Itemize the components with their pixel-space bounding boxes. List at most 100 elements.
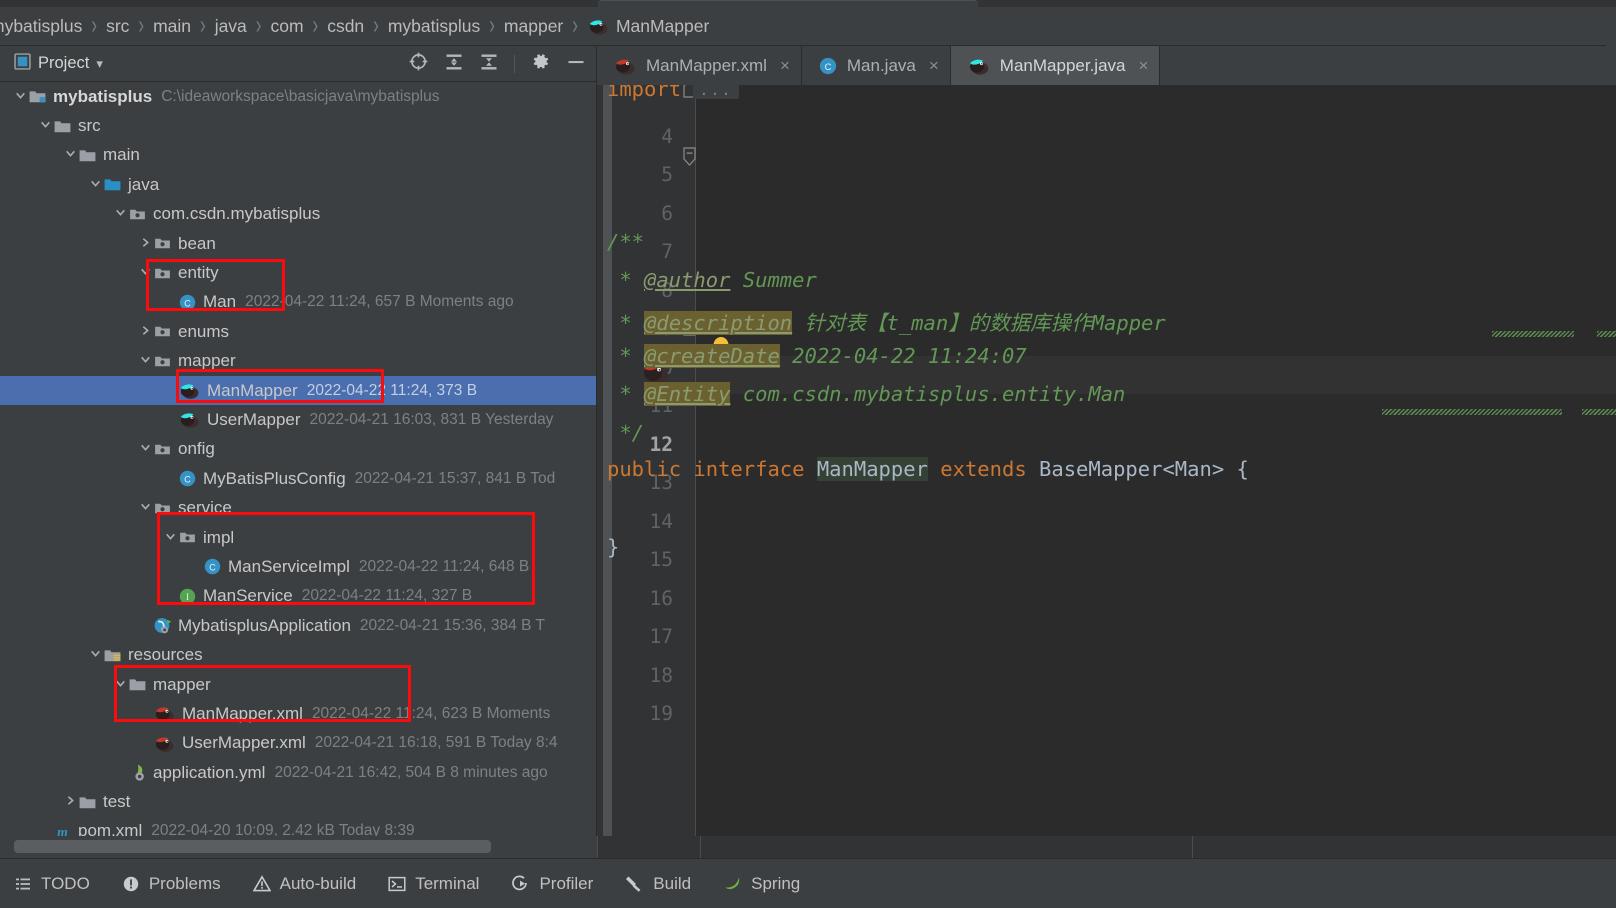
chevron-down-icon[interactable]: ▾ <box>96 56 103 72</box>
chevron-down-icon[interactable] <box>137 265 153 281</box>
editor-tab-bar[interactable]: ManMapper.xml × C Man.java × ManMapper.java × <box>597 46 1616 85</box>
status-bar[interactable]: TODO Problems Auto-build Terminal Profiler Bu… <box>0 858 1616 908</box>
chevron-down-icon[interactable] <box>112 206 128 222</box>
hide-icon[interactable] <box>566 52 586 77</box>
tree-row-application-yml[interactable]: application.yml 2022-04-21 16:42, 504 B 8… <box>0 758 596 787</box>
tree-row-mybatisplus[interactable]: mybatisplus C:\ideaworkspace\basicjava\my… <box>0 82 596 111</box>
select-opened-file-icon[interactable] <box>408 51 429 77</box>
tree-row-resources[interactable]: resources <box>0 640 596 669</box>
breadcrumb-item-manmapper[interactable]: ManMapper <box>587 16 709 37</box>
collapse-all-icon[interactable] <box>479 52 499 77</box>
tree-row-onfig[interactable]: onfig <box>0 435 596 464</box>
status-bar-label: Terminal <box>415 873 480 893</box>
chevron-down-icon[interactable] <box>62 147 78 163</box>
chevron-down-icon[interactable] <box>137 441 153 457</box>
breadcrumb-item-mybatisplus[interactable]: mybatisplus <box>0 16 82 37</box>
chevron-down-icon[interactable] <box>112 677 128 693</box>
breadcrumb-item-mapper[interactable]: mapper <box>504 16 563 37</box>
status-bar-profiler[interactable]: Profiler <box>495 859 609 908</box>
idea-window: mybatisplus › src › main › java › com › csdn › mybat… <box>0 0 1616 908</box>
chevron-right-icon[interactable] <box>137 324 153 340</box>
breadcrumb-label: mapper <box>503 15 564 36</box>
settings-gear-icon[interactable] <box>530 51 551 77</box>
tree-row-bean[interactable]: bean <box>0 229 596 258</box>
status-bar-label: Problems <box>148 873 221 893</box>
editor-tab-label: ManMapper.java <box>999 55 1126 75</box>
tree-row-mybatisplusconfig[interactable]: C MyBatisPlusConfig 2022-04-21 15:37, 841 … <box>0 464 596 493</box>
class-icon: C <box>178 469 197 488</box>
tree-node-meta: 2022-04-22 11:24, 648 B <box>358 557 530 575</box>
chevron-down-icon[interactable] <box>137 353 153 369</box>
mybatis-mapper-icon <box>967 56 991 76</box>
code-editor[interactable]: 45678910111213141516171819 <box>597 85 1616 858</box>
status-bar-spring[interactable]: Spring <box>707 859 816 908</box>
tree-row-man[interactable]: C Man 2022-04-22 11:24, 657 B Moments ago <box>0 288 596 317</box>
status-bar-todo[interactable]: TODO <box>0 859 106 908</box>
tree-row-com-csdn-mybatisplus[interactable]: com.csdn.mybatisplus <box>0 200 596 229</box>
tree-node-meta: 2022-04-21 16:42, 504 B 8 minutes ago <box>274 763 548 781</box>
tree-row-mybatisplusapplication[interactable]: MybatisplusApplication 2022-04-21 15:36, … <box>0 611 596 640</box>
close-icon[interactable]: × <box>1138 56 1148 76</box>
chevron-down-icon[interactable] <box>87 177 103 193</box>
package-icon <box>128 205 147 224</box>
breadcrumb-item-src[interactable]: src <box>106 16 129 37</box>
breadcrumb[interactable]: mybatisplus › src › main › java › com › csdn › mybat… <box>0 7 1606 46</box>
chevron-right-icon[interactable] <box>62 794 78 810</box>
tree-row-java[interactable]: java <box>0 170 596 199</box>
project-panel-title-group[interactable]: Project ▾ <box>0 52 103 75</box>
tree-row-usermapper[interactable]: UserMapper 2022-04-21 16:03, 831 B Yester… <box>0 405 596 434</box>
breadcrumb-item-main[interactable]: main <box>153 16 191 37</box>
tree-row-mapper[interactable]: mapper <box>0 670 596 699</box>
tree-row-manservice[interactable]: I ManService 2022-04-22 11:24, 327 B <box>0 582 596 611</box>
mybatis-xml-icon <box>153 734 176 753</box>
tree-node-label: resources <box>128 645 203 665</box>
breadcrumb-label: java <box>214 15 247 36</box>
package-icon <box>153 234 172 253</box>
fold-marker-open[interactable] <box>683 147 696 166</box>
project-tree[interactable]: mybatisplus C:\ideaworkspace\basicjava\my… <box>0 82 596 858</box>
spring-leaf-icon <box>723 874 742 893</box>
package-icon <box>178 528 197 547</box>
tree-row-entity[interactable]: entity <box>0 258 596 287</box>
code-line-11: */ <box>607 421 645 445</box>
tree-node-label: impl <box>203 527 235 547</box>
breadcrumb-item-csdn[interactable]: csdn <box>327 16 364 37</box>
chevron-down-icon[interactable] <box>87 647 103 663</box>
breadcrumb-item-mybatisplus[interactable]: mybatisplus <box>388 16 480 37</box>
chevron-down-icon[interactable] <box>37 118 53 134</box>
editor-tab-man-java[interactable]: C Man.java × <box>801 46 951 85</box>
tree-row-impl[interactable]: impl <box>0 523 596 552</box>
tree-row-manmapper-xml[interactable]: ManMapper.xml 2022-04-22 11:24, 623 B Mom… <box>0 699 596 728</box>
class-icon: C <box>203 557 222 576</box>
inspection-squiggle <box>1597 331 1616 337</box>
chevron-right-icon[interactable] <box>137 236 153 252</box>
tree-row-test[interactable]: test <box>0 787 596 816</box>
code-line-8: * @description 针对表【t_man】的数据库操作Mapper <box>607 311 1166 335</box>
tree-row-manserviceimpl[interactable]: C ManServiceImpl 2022-04-22 11:24, 648 B <box>0 552 596 581</box>
breadcrumb-item-java[interactable]: java <box>215 16 247 37</box>
tree-row-main[interactable]: main <box>0 141 596 170</box>
close-icon[interactable]: × <box>929 56 939 76</box>
expand-all-icon[interactable] <box>444 52 464 77</box>
status-bar-terminal[interactable]: Terminal <box>372 859 495 908</box>
editor-tab-manmapper-java[interactable]: ManMapper.java × <box>950 46 1161 85</box>
chevron-down-icon[interactable] <box>12 89 28 105</box>
editor-tab-manmapper-xml[interactable]: ManMapper.xml × <box>597 46 802 85</box>
status-bar-auto-build[interactable]: Auto-build <box>237 859 373 908</box>
svg-text:C: C <box>184 298 191 308</box>
breadcrumb-item-com[interactable]: com <box>270 16 303 37</box>
tree-row-mapper[interactable]: mapper <box>0 347 596 376</box>
breadcrumb-separator: › <box>312 11 319 40</box>
close-icon[interactable]: × <box>780 56 790 76</box>
hammer-icon <box>625 874 644 893</box>
tree-row-manmapper[interactable]: ManMapper 2022-04-22 11:24, 373 B <box>0 375 596 406</box>
tree-row-service[interactable]: service <box>0 493 596 522</box>
status-bar-problems[interactable]: Problems <box>106 859 237 908</box>
chevron-down-icon[interactable] <box>137 500 153 516</box>
status-bar-build[interactable]: Build <box>609 859 707 908</box>
tree-row-usermapper-xml[interactable]: UserMapper.xml 2022-04-21 16:18, 591 B To… <box>0 729 596 758</box>
chevron-down-icon[interactable] <box>162 530 178 546</box>
project-window-icon <box>14 52 31 75</box>
tree-row-src[interactable]: src <box>0 111 596 140</box>
tree-row-enums[interactable]: enums <box>0 317 596 346</box>
